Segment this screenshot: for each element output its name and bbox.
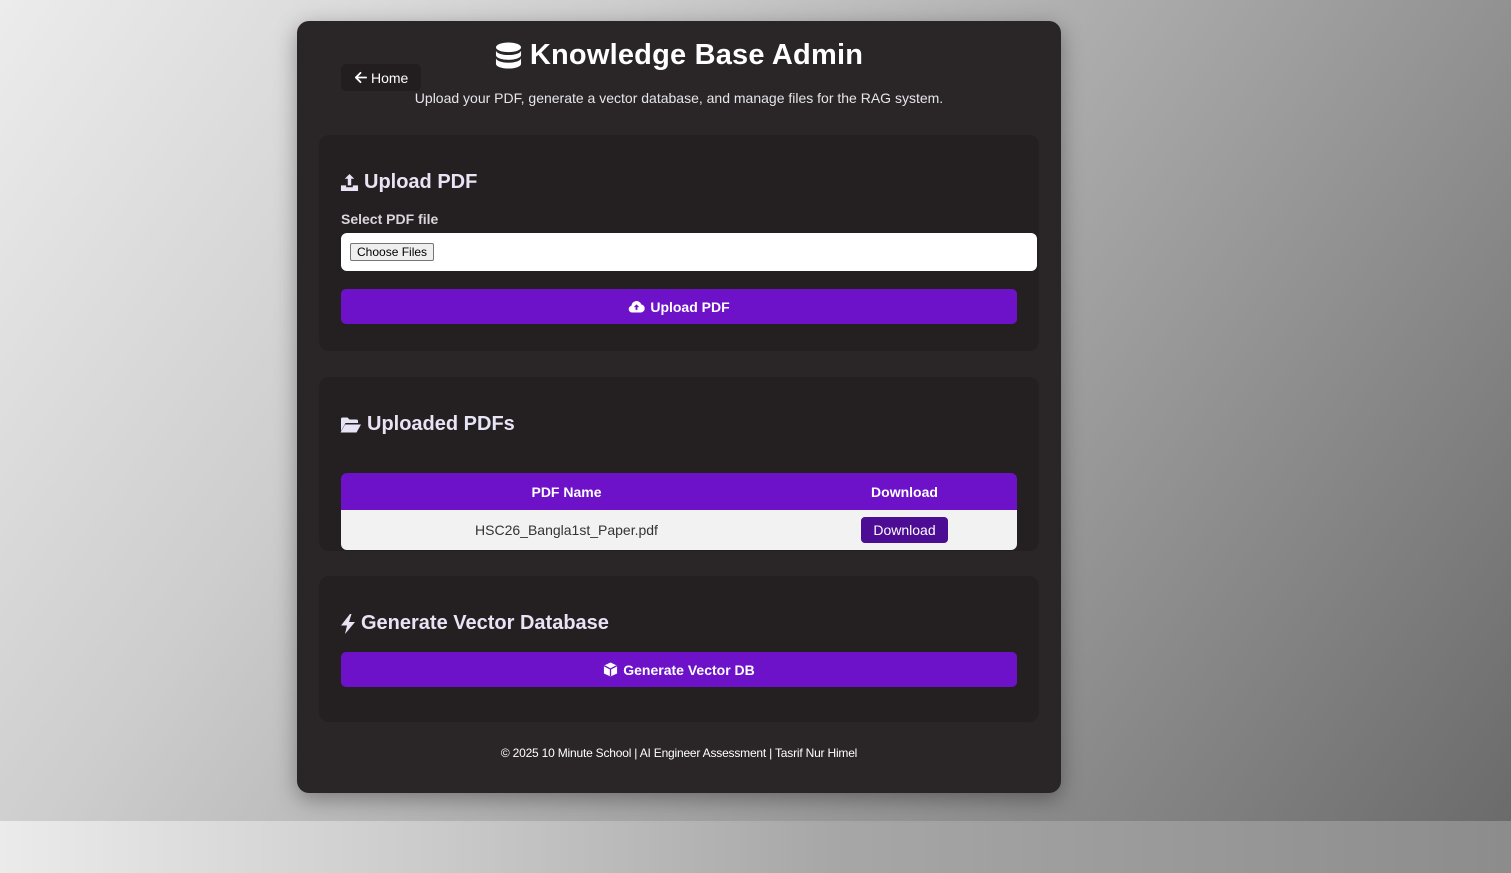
generate-vector-db-card: Generate Vector Database Generate Vector… — [319, 576, 1039, 722]
upload-card-title-text: Upload PDF — [364, 171, 478, 193]
generate-vector-db-button[interactable]: Generate Vector DB — [341, 652, 1017, 687]
upload-pdf-button-label: Upload PDF — [650, 298, 730, 315]
page-title: Knowledge Base Admin — [297, 39, 1061, 72]
column-header-pdf-name: PDF Name — [531, 483, 602, 500]
cloud-upload-icon — [629, 301, 646, 313]
page-subtitle: Upload your PDF, generate a vector datab… — [414, 90, 944, 106]
page-title-text: Knowledge Base Admin — [529, 39, 864, 71]
upload-icon — [340, 173, 359, 192]
uploaded-pdfs-card: Uploaded PDFs PDF Name Download HSC26_Ba… — [319, 377, 1039, 551]
folder-open-icon — [340, 417, 361, 432]
download-button[interactable]: Download — [861, 517, 948, 543]
column-header-download: Download — [871, 483, 938, 500]
arrow-left-icon — [354, 71, 367, 84]
pdf-file-input[interactable]: Choose Files — [341, 233, 1037, 271]
choose-files-button[interactable]: Choose Files — [350, 243, 435, 261]
bolt-icon — [341, 613, 355, 634]
uploaded-pdfs-table: PDF Name Download HSC26_Bangla1st_Paper.… — [341, 473, 1017, 550]
generate-vector-db-title-text: Generate Vector Database — [361, 612, 609, 634]
footer-text: © 2025 10 Minute School | AI Engineer As… — [500, 746, 858, 760]
generate-vector-db-button-label: Generate Vector DB — [623, 661, 755, 678]
uploaded-pdfs-title: Uploaded PDFs — [340, 413, 515, 436]
upload-card-title: Upload PDF — [340, 171, 477, 194]
pdf-file-label: Select PDF file — [341, 211, 439, 227]
pdf-name-cell: HSC26_Bangla1st_Paper.pdf — [475, 522, 658, 538]
uploaded-pdfs-title-text: Uploaded PDFs — [367, 413, 515, 435]
admin-panel: Home Knowledge Base Admin Upload your PD… — [297, 21, 1061, 793]
page-background-bottom — [0, 821, 1511, 873]
generate-vector-db-title: Generate Vector Database — [340, 612, 609, 635]
upload-card: Upload PDF Select PDF file Choose Files … — [319, 135, 1039, 351]
cube-icon — [604, 662, 618, 677]
upload-pdf-button[interactable]: Upload PDF — [341, 289, 1017, 324]
database-icon — [495, 42, 521, 69]
table-row: HSC26_Bangla1st_Paper.pdf Download — [341, 510, 1017, 550]
download-cell: Download — [792, 517, 1017, 543]
table-header: PDF Name Download — [341, 473, 1017, 510]
